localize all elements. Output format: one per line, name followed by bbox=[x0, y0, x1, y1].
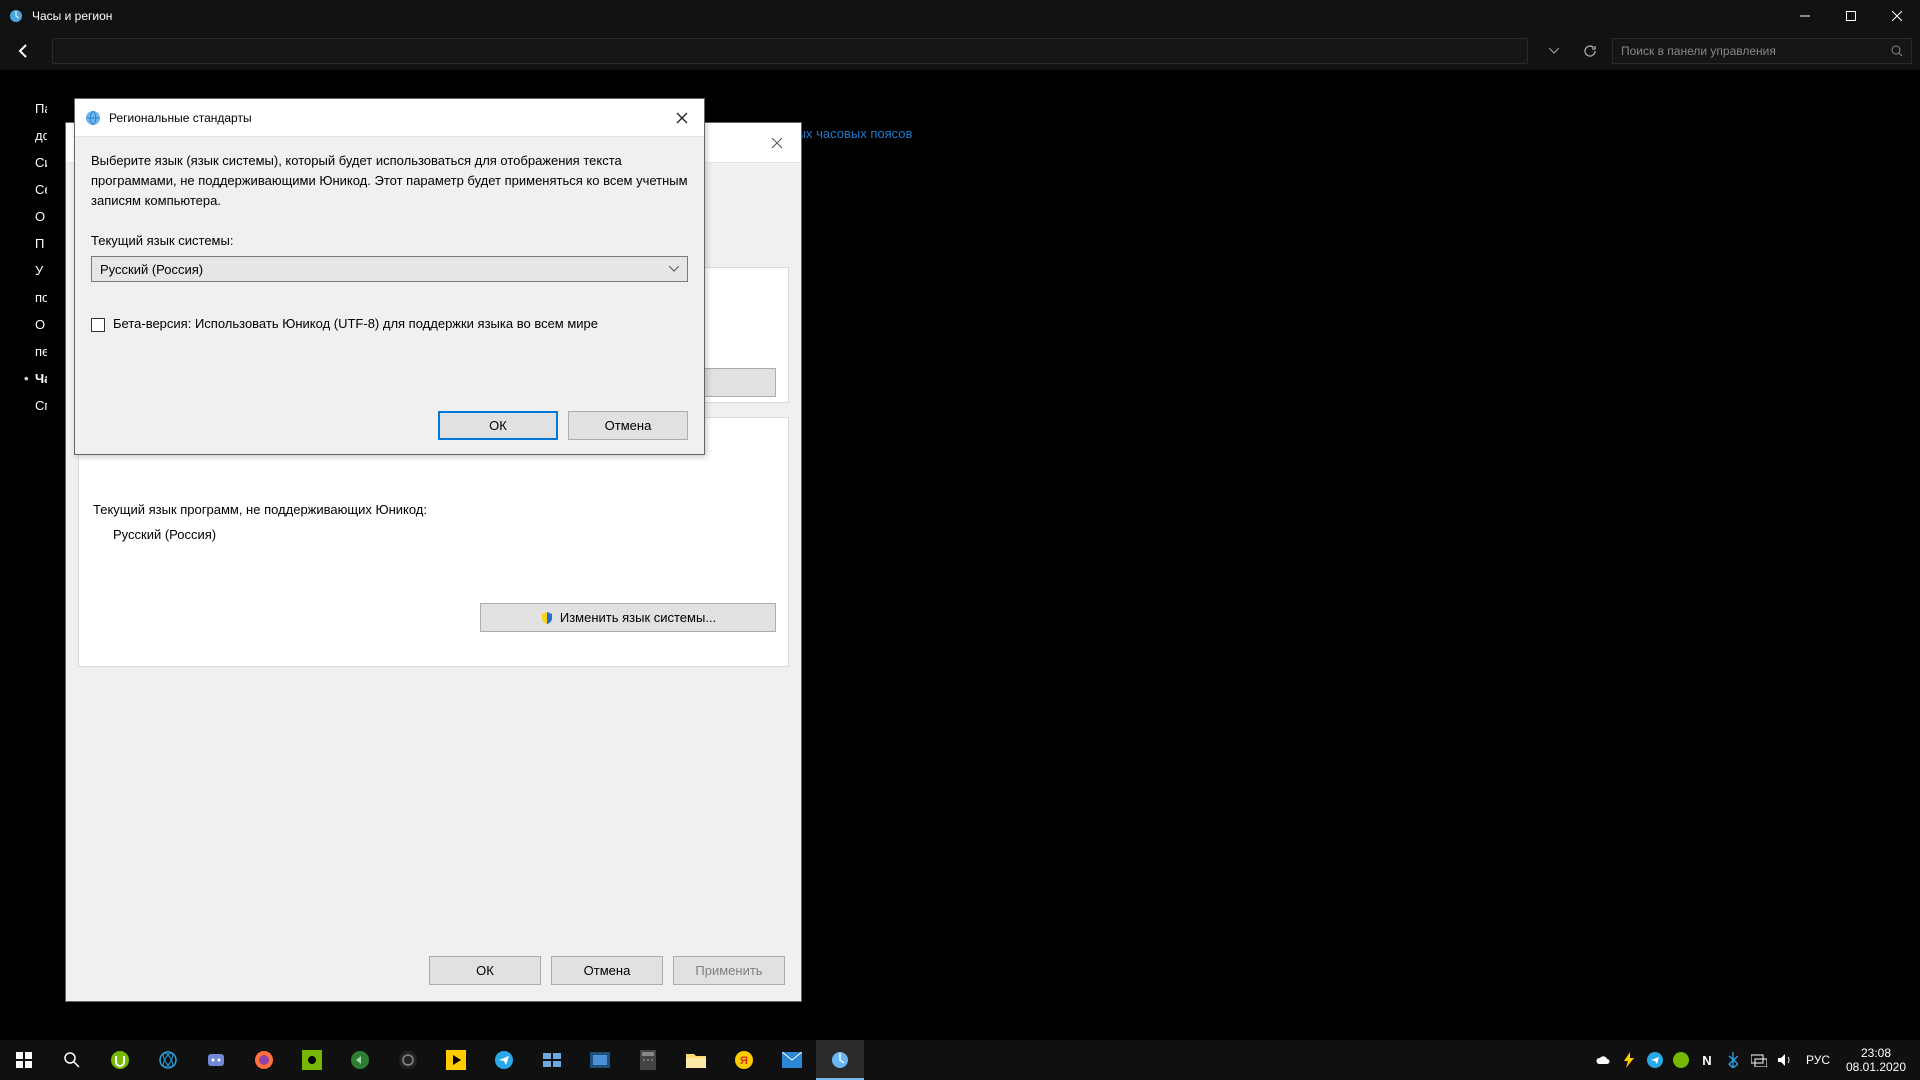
sidebar-item[interactable]: по bbox=[35, 287, 47, 308]
system-tray: N РУС 23:08 08.01.2020 bbox=[1590, 1040, 1920, 1080]
chevron-down-icon bbox=[669, 266, 679, 272]
std-close-icon[interactable] bbox=[670, 106, 694, 130]
search-placeholder: Поиск в панели управления bbox=[1621, 44, 1776, 58]
taskbar-app-discord[interactable] bbox=[192, 1040, 240, 1080]
sidebar-item-active[interactable]: Ча bbox=[35, 368, 47, 389]
change-system-language-button[interactable]: Изменить язык системы... bbox=[480, 603, 776, 632]
region-close-icon[interactable] bbox=[761, 130, 793, 156]
sidebar-item[interactable]: Па bbox=[35, 98, 47, 119]
taskbar-search-icon[interactable] bbox=[48, 1040, 96, 1080]
window-titlebar: Часы и регион bbox=[0, 0, 1920, 32]
tray-telegram-icon[interactable] bbox=[1642, 1040, 1668, 1080]
tray-bluetooth-icon[interactable] bbox=[1720, 1040, 1746, 1080]
tray-n-icon[interactable]: N bbox=[1694, 1040, 1720, 1080]
current-nonunicode-value: Русский (Россия) bbox=[113, 527, 774, 542]
tray-clock[interactable]: 23:08 08.01.2020 bbox=[1838, 1046, 1920, 1075]
clock-region-icon bbox=[8, 8, 24, 24]
taskbar-app-control-panel[interactable] bbox=[816, 1040, 864, 1080]
taskbar-app-mail[interactable] bbox=[768, 1040, 816, 1080]
refresh-icon[interactable] bbox=[1576, 37, 1604, 65]
taskbar-app-nvidia[interactable] bbox=[288, 1040, 336, 1080]
tray-bolt-icon[interactable] bbox=[1616, 1040, 1642, 1080]
taskbar-app-utorrent[interactable] bbox=[96, 1040, 144, 1080]
tray-language[interactable]: РУС bbox=[1798, 1040, 1838, 1080]
taskbar-app-explorer[interactable] bbox=[672, 1040, 720, 1080]
std-cancel-button[interactable]: Отмена bbox=[568, 411, 688, 440]
std-titlebar[interactable]: Региональные стандарты bbox=[75, 99, 704, 137]
beta-utf8-label: Бета-версия: Использовать Юникод (UTF-8)… bbox=[113, 316, 598, 331]
taskbar-app-video[interactable] bbox=[576, 1040, 624, 1080]
address-bar[interactable] bbox=[52, 38, 1528, 64]
region-apply-button[interactable]: Применить bbox=[673, 956, 785, 985]
sidebar-item[interactable]: О bbox=[35, 314, 47, 335]
navigation-bar: Поиск в панели управления bbox=[0, 32, 1920, 70]
tray-date: 08.01.2020 bbox=[1838, 1060, 1914, 1074]
sidebar-item[interactable]: пе bbox=[35, 341, 47, 362]
shield-icon bbox=[540, 611, 554, 625]
std-title: Региональные стандарты bbox=[109, 111, 670, 125]
taskbar-app-taskview[interactable] bbox=[528, 1040, 576, 1080]
region-ok-button[interactable]: ОК bbox=[429, 956, 541, 985]
std-footer: ОК Отмена bbox=[438, 411, 688, 440]
window-title: Часы и регион bbox=[32, 9, 1782, 23]
sidebar-item[interactable]: П bbox=[35, 233, 47, 254]
current-nonunicode-label: Текущий язык программ, не поддерживающих… bbox=[93, 502, 774, 517]
maximize-button[interactable] bbox=[1828, 0, 1874, 32]
sidebar-item[interactable]: до bbox=[35, 125, 47, 146]
taskbar-app-green[interactable] bbox=[336, 1040, 384, 1080]
system-language-combo[interactable]: Русский (Россия) bbox=[91, 256, 688, 282]
region-cancel-button[interactable]: Отмена bbox=[551, 956, 663, 985]
beta-utf8-checkbox[interactable] bbox=[91, 318, 105, 332]
start-button[interactable] bbox=[0, 1040, 48, 1080]
tray-utorrent-icon[interactable] bbox=[1668, 1040, 1694, 1080]
tray-time: 23:08 bbox=[1838, 1046, 1914, 1060]
std-description: Выберите язык (язык системы), который бу… bbox=[91, 151, 688, 211]
taskbar-app-calculator[interactable] bbox=[624, 1040, 672, 1080]
taskbar-app-obs[interactable] bbox=[384, 1040, 432, 1080]
tray-cloud-icon[interactable] bbox=[1590, 1040, 1616, 1080]
address-dropdown-icon[interactable] bbox=[1540, 37, 1568, 65]
tray-volume-icon[interactable] bbox=[1772, 1040, 1798, 1080]
svg-text:Я: Я bbox=[740, 1055, 748, 1067]
combo-value: Русский (Россия) bbox=[100, 262, 203, 277]
taskbar-app-firefox[interactable] bbox=[240, 1040, 288, 1080]
sidebar-item[interactable]: Си bbox=[35, 152, 47, 173]
search-icon bbox=[1891, 45, 1903, 57]
sidebar-item[interactable]: У bbox=[35, 260, 47, 281]
taskbar-app-yandex[interactable]: Я bbox=[720, 1040, 768, 1080]
sidebar-nav: Па до Си Се О П У по О пе Ча Сп bbox=[35, 98, 47, 422]
sidebar-item[interactable]: О bbox=[35, 206, 47, 227]
taskbar-app-player[interactable] bbox=[432, 1040, 480, 1080]
minimize-button[interactable] bbox=[1782, 0, 1828, 32]
std-combo-label: Текущий язык системы: bbox=[91, 233, 688, 248]
sidebar-item[interactable]: Се bbox=[35, 179, 47, 200]
svg-text:N: N bbox=[1702, 1053, 1711, 1067]
taskbar-app-battlenet[interactable] bbox=[144, 1040, 192, 1080]
sidebar-item[interactable]: Сп bbox=[35, 395, 47, 416]
back-button[interactable] bbox=[8, 35, 40, 67]
taskbar: Я N РУС 23:08 08.01.2020 bbox=[0, 1040, 1920, 1080]
close-button[interactable] bbox=[1874, 0, 1920, 32]
taskbar-app-telegram[interactable] bbox=[480, 1040, 528, 1080]
region-footer: ОК Отмена Применить bbox=[429, 956, 785, 985]
search-input[interactable]: Поиск в панели управления bbox=[1612, 38, 1912, 64]
globe-icon bbox=[85, 110, 101, 126]
tray-network-icon[interactable] bbox=[1746, 1040, 1772, 1080]
regional-standards-dialog: Региональные стандарты Выберите язык (яз… bbox=[74, 98, 705, 455]
std-ok-button[interactable]: ОК bbox=[438, 411, 558, 440]
